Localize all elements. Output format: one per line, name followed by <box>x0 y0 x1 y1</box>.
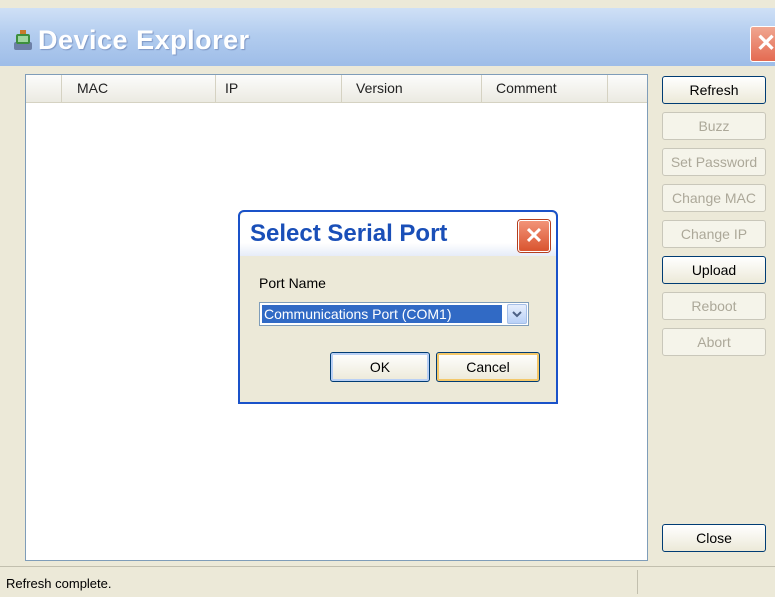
list-header: MAC IP Version Comment <box>26 75 647 103</box>
upload-button[interactable]: Upload <box>662 256 766 284</box>
column-header-mac[interactable]: MAC <box>62 75 216 102</box>
refresh-button[interactable]: Refresh <box>662 76 766 104</box>
dialog-title-bar[interactable]: Select Serial Port ✕ <box>240 212 556 256</box>
dialog-close-icon[interactable]: ✕ <box>518 220 550 252</box>
window-title: Device Explorer <box>38 25 250 55</box>
port-name-label: Port Name <box>259 275 326 291</box>
port-name-select[interactable]: Communications Port (COM1) <box>259 302 529 326</box>
cancel-button[interactable]: Cancel <box>436 352 540 382</box>
close-icon[interactable]: ✕ <box>750 26 775 62</box>
buzz-button[interactable]: Buzz <box>662 112 766 140</box>
app-icon <box>10 28 36 54</box>
select-serial-port-dialog: Select Serial Port ✕ Port Name Communica… <box>238 210 558 404</box>
device-explorer-window: Device Explorer ✕ MAC IP Version Comment… <box>0 0 775 597</box>
dropdown-arrow-icon[interactable] <box>507 304 527 324</box>
dialog-title: Select Serial Port <box>250 220 448 247</box>
title-bar[interactable]: Device Explorer ✕ <box>0 8 775 66</box>
change-ip-button[interactable]: Change IP <box>662 220 766 248</box>
column-header-ip[interactable]: IP <box>216 75 342 102</box>
column-header-version[interactable]: Version <box>342 75 482 102</box>
column-header-blank[interactable] <box>26 75 62 102</box>
status-bar: Refresh complete. <box>0 566 775 597</box>
reboot-button[interactable]: Reboot <box>662 292 766 320</box>
set-password-button[interactable]: Set Password <box>662 148 766 176</box>
abort-button[interactable]: Abort <box>662 328 766 356</box>
status-text: Refresh complete. <box>6 576 112 591</box>
port-name-selected-value: Communications Port (COM1) <box>262 305 502 323</box>
column-header-comment[interactable]: Comment <box>482 75 608 102</box>
status-separator <box>637 570 638 594</box>
close-button[interactable]: Close <box>662 524 766 552</box>
change-mac-button[interactable]: Change MAC <box>662 184 766 212</box>
ok-button[interactable]: OK <box>330 352 430 382</box>
